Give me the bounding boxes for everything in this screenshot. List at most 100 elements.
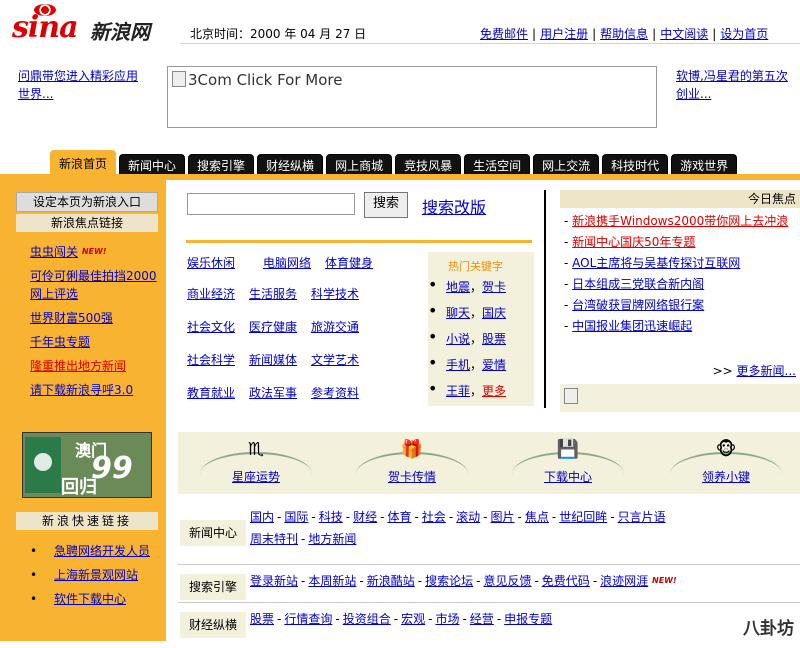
category-link[interactable]: 娱乐休闲: [187, 256, 235, 270]
row-link[interactable]: 图片: [491, 510, 515, 524]
search-input[interactable]: [187, 193, 355, 215]
focus-news-item[interactable]: 新闻中心国庆50年专题: [572, 235, 695, 249]
hot-keyword[interactable]: 地震: [446, 280, 470, 294]
focus-link[interactable]: 虫虫闯关: [30, 245, 78, 259]
category-link[interactable]: 生活服务: [249, 287, 297, 301]
ad-right-line2[interactable]: 创业...: [676, 87, 711, 101]
row-link[interactable]: 投资组合: [343, 612, 391, 626]
link-chinese-reading[interactable]: 中文阅读: [660, 27, 708, 41]
hot-keyword[interactable]: 手机: [446, 358, 470, 372]
row-link[interactable]: 地方新闻: [308, 532, 356, 546]
row-link[interactable]: 周末特刊: [250, 532, 298, 546]
row-link[interactable]: 浪迹网涯: [600, 574, 648, 588]
row-link[interactable]: 股票: [250, 612, 274, 626]
hot-keyword[interactable]: 国庆: [482, 306, 506, 320]
row-link[interactable]: 宏观: [401, 612, 425, 626]
link-help[interactable]: 帮助信息: [600, 27, 648, 41]
link-register[interactable]: 用户注册: [540, 27, 588, 41]
ad-right-line1[interactable]: 软博,冯星君的第五次: [676, 69, 788, 83]
category-link[interactable]: 商业经济: [187, 287, 235, 301]
category-link[interactable]: 新闻媒体: [249, 353, 297, 367]
bullet-icon: •: [30, 544, 38, 558]
search-revamp-link[interactable]: 搜索改版: [422, 194, 486, 218]
hot-keyword[interactable]: 聊天: [446, 306, 470, 320]
service-label[interactable]: 贺卡传情: [342, 468, 482, 485]
hot-keyword[interactable]: 股票: [482, 332, 506, 346]
row-link[interactable]: 申报专题: [504, 612, 552, 626]
hot-keyword[interactable]: 小说: [446, 332, 470, 346]
hot-keyword[interactable]: 王菲: [446, 384, 470, 398]
category-link[interactable]: 文学艺术: [311, 353, 359, 367]
row-link[interactable]: 科技: [319, 510, 343, 524]
category-link[interactable]: 政法军事: [249, 386, 297, 400]
focus-news-item[interactable]: 新浪携手Windows2000带你网上去冲浪: [572, 214, 788, 228]
focus-news-item[interactable]: 日本组成三党联合新内阁: [572, 277, 704, 291]
quick-link[interactable]: 上海新景观网站: [30, 564, 160, 586]
row-links: 国内 - 国际 - 科技 - 财经 - 体育 - 社会 - 滚动 - 图片 - 焦点 - 世纪回眸 - 只言片语 周末特刊…: [250, 510, 666, 546]
row-link[interactable]: 焦点: [525, 510, 549, 524]
row-link[interactable]: 国际: [284, 510, 308, 524]
quick-link[interactable]: 急聘网络开发人员: [30, 540, 160, 562]
row-link[interactable]: 市场: [435, 612, 459, 626]
sina-logo[interactable]: sina 新浪网: [12, 2, 172, 46]
category-link[interactable]: 社会文化: [187, 320, 235, 334]
search-divider: [186, 240, 532, 243]
service-horoscope[interactable]: ♏ 星座运势: [186, 432, 326, 494]
row-link[interactable]: 社会: [422, 510, 446, 524]
focus-link[interactable]: 隆重推出地方新闻: [30, 359, 126, 373]
more-news-link[interactable]: 更多新闻...: [737, 364, 796, 378]
row-link[interactable]: 免费代码: [542, 574, 590, 588]
category-link[interactable]: 旅游交通: [311, 320, 359, 334]
ad-left-link[interactable]: 问鼎带您进入精彩应用世界...: [18, 67, 148, 103]
link-set-homepage[interactable]: 设为首页: [720, 27, 768, 41]
main-tabs: 新浪首页 新闻中心 搜索引擎 财经纵横 网上商城 竞技风暴 生活空间 网上交流 科技时代 游戏世界: [50, 150, 740, 178]
focus-link[interactable]: 请下载新浪寻呼3.0: [30, 383, 133, 397]
focus-news-item[interactable]: 中国报业集团迅速崛起: [572, 319, 692, 333]
separator: ，: [470, 384, 483, 398]
category-link[interactable]: 教育就业: [187, 386, 235, 400]
row-link[interactable]: 行情查询: [284, 612, 332, 626]
news-center-row: 新闻中心 国内 - 国际 - 科技 - 财经 - 体育 - 社会 - 滚动 - 图片 - 焦点 - 世纪回眸 - 只言片…: [178, 506, 800, 562]
row-link[interactable]: 只言片语: [618, 510, 666, 524]
focus-news-item[interactable]: 台湾破获冒牌网络银行案: [572, 298, 704, 312]
category-link[interactable]: 医疗健康: [249, 320, 297, 334]
service-greeting-card[interactable]: 🎁 贺卡传情: [342, 432, 482, 494]
row-link[interactable]: 体育: [387, 510, 411, 524]
row-link[interactable]: 本周新站: [308, 574, 356, 588]
banner-ad[interactable]: 3Com Click For More: [167, 66, 657, 128]
focus-link[interactable]: 千年虫专题: [30, 335, 90, 349]
set-home-button[interactable]: 设定本页为新浪入口: [16, 192, 158, 212]
row-link[interactable]: 意见反馈: [483, 574, 531, 588]
service-label[interactable]: 领养小键: [656, 468, 796, 485]
category-link[interactable]: 体育健身: [325, 256, 373, 270]
separator: ，: [470, 280, 483, 294]
focus-image[interactable]: [560, 384, 800, 412]
focus-link[interactable]: 世界财富500强: [30, 311, 113, 325]
service-label[interactable]: 星座运势: [186, 468, 326, 485]
link-free-mail[interactable]: 免费邮件: [480, 27, 528, 41]
service-download[interactable]: 💾 下载中心: [498, 432, 638, 494]
hot-keyword-more[interactable]: 更多: [482, 384, 506, 398]
service-adopt-pet[interactable]: 🐵 领养小键: [656, 432, 796, 494]
category-link[interactable]: 电脑网络: [263, 256, 311, 270]
service-label[interactable]: 下载中心: [498, 468, 638, 485]
row-link[interactable]: 滚动: [456, 510, 480, 524]
hot-keyword[interactable]: 贺卡: [482, 280, 506, 294]
category-link[interactable]: 科学技术: [311, 287, 359, 301]
row-link[interactable]: 财经: [353, 510, 377, 524]
row-link[interactable]: 经营: [470, 612, 494, 626]
focus-news-item[interactable]: AOL主席将与吴基传探讨互联网: [572, 256, 740, 270]
hot-keyword[interactable]: 爱情: [482, 358, 506, 372]
row-link[interactable]: 搜索论坛: [425, 574, 473, 588]
macau-banner[interactable]: 澳门 99 回归: [22, 432, 152, 498]
category-link[interactable]: 参考资料: [311, 386, 359, 400]
search-button[interactable]: 搜索: [364, 192, 408, 218]
quick-link[interactable]: 软件下载中心: [30, 588, 160, 610]
category-link[interactable]: 社会科学: [187, 353, 235, 367]
focus-link[interactable]: 可伶可俐最佳拍挡2000网上评选: [30, 269, 157, 301]
row-link[interactable]: 国内: [250, 510, 274, 524]
row-link[interactable]: 世纪回眸: [559, 510, 607, 524]
row-link[interactable]: 新浪酷站: [367, 574, 415, 588]
row-link[interactable]: 登录新站: [250, 574, 298, 588]
hot-keywords-box: 热门关键字 • 地震，贺卡 • 聊天，国庆 • 小说，股票 • 手机，爱情 • 王菲，更多: [428, 252, 534, 406]
